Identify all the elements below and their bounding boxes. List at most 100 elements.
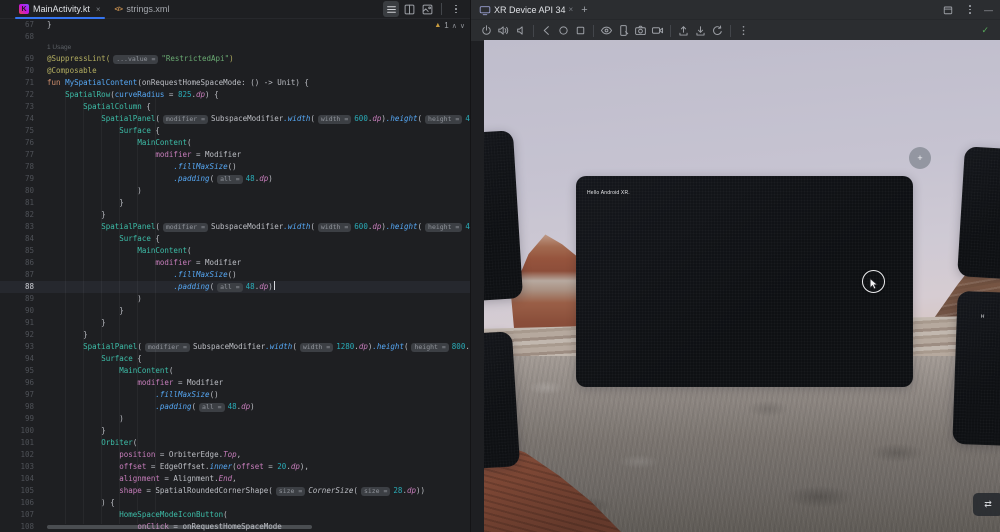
more-vertical-button[interactable]: [735, 22, 752, 39]
line-number: 72: [0, 89, 47, 101]
code-line[interactable]: 91 }: [0, 317, 470, 329]
code-line[interactable]: 101 Orbiter(: [0, 437, 470, 449]
line-number: 71: [0, 77, 47, 89]
code-line[interactable]: 107 HomeSpaceModeIconButton(: [0, 509, 470, 521]
download-button[interactable]: [692, 22, 709, 39]
upload-button[interactable]: [675, 22, 692, 39]
line-number: 70: [0, 65, 47, 77]
code-line[interactable]: 104 alignment = Alignment.End,: [0, 473, 470, 485]
horizontal-scrollbar[interactable]: [47, 525, 312, 529]
code-line[interactable]: 97 .fillMaxSize(): [0, 389, 470, 401]
panel-options-button[interactable]: [962, 2, 978, 18]
code-line[interactable]: 72 SpatialRow(curveRadius = 825.dp) {: [0, 89, 470, 101]
spatial-panel-right-bottom[interactable]: H: [952, 291, 1000, 446]
code-line[interactable]: 67}: [0, 19, 470, 31]
code-lines[interactable]: 67}681 Usage69@SuppressLint(...value ="R…: [0, 19, 470, 532]
code-line[interactable]: 83 SpatialPanel(modifier =SubspaceModifi…: [0, 221, 470, 233]
eye-button[interactable]: [598, 22, 615, 39]
inlay-hint: all =: [199, 403, 225, 412]
code-line[interactable]: 87 .fillMaxSize(): [0, 269, 470, 281]
tab-strings-xml[interactable]: </> strings.xml: [108, 0, 177, 18]
code-line[interactable]: 69@SuppressLint(...value ="RestrictedApi…: [0, 53, 470, 65]
more-options-button[interactable]: [448, 1, 464, 17]
add-device-button[interactable]: +: [581, 4, 587, 16]
spatial-panel-left-top[interactable]: [484, 130, 523, 301]
reset-view-button[interactable]: ⇄: [973, 493, 1000, 516]
code-line[interactable]: 75 Surface {: [0, 125, 470, 137]
device-settings-icon: [617, 24, 630, 37]
code-line[interactable]: 105 shape = SpatialRoundedCornerShape(si…: [0, 485, 470, 497]
panel-handle-button[interactable]: +: [909, 147, 931, 169]
code-line[interactable]: 102 position = OrbiterEdge.Top,: [0, 449, 470, 461]
back-button[interactable]: [538, 22, 555, 39]
line-number: 98: [0, 401, 47, 413]
code-line[interactable]: 70@Composable: [0, 65, 470, 77]
code-line[interactable]: 99 ): [0, 413, 470, 425]
power-button[interactable]: [478, 22, 495, 39]
panel-window-controls: —: [940, 2, 993, 18]
code-line[interactable]: 73 SpatialColumn {: [0, 101, 470, 113]
code-line[interactable]: 82 }: [0, 209, 470, 221]
code-line[interactable]: 90 }: [0, 305, 470, 317]
close-icon[interactable]: ×: [569, 5, 574, 14]
line-number: 86: [0, 257, 47, 269]
device-tab-label[interactable]: XR Device API 34: [494, 5, 566, 15]
usage-hint[interactable]: 1 Usage: [0, 43, 470, 53]
line-number: 97: [0, 389, 47, 401]
kebab-icon: [455, 5, 457, 14]
volume-down-button[interactable]: [512, 22, 529, 39]
record-button[interactable]: [649, 22, 666, 39]
code-line[interactable]: 77 modifier = Modifier: [0, 149, 470, 161]
text-caret: [274, 281, 275, 290]
code-line[interactable]: 76 MainContent(: [0, 137, 470, 149]
split-view-button[interactable]: [401, 1, 417, 17]
code-line[interactable]: 74 SpatialPanel(modifier =SubspaceModifi…: [0, 113, 470, 125]
inlay-hint: height =: [425, 115, 462, 124]
prev-issue-icon[interactable]: ∧: [452, 22, 457, 30]
device-settings-button[interactable]: [615, 22, 632, 39]
overview-icon: [574, 24, 587, 37]
reset-button[interactable]: [709, 22, 726, 39]
emulator-display[interactable]: Hello Android XR. H + ⇄: [484, 40, 1000, 532]
inspections-widget[interactable]: ▲ 1 ∧ ∨: [434, 21, 465, 30]
code-line[interactable]: 93 SpatialPanel(modifier =SubspaceModifi…: [0, 341, 470, 353]
restore-window-button[interactable]: [940, 2, 956, 18]
hide-panel-button[interactable]: —: [984, 5, 993, 15]
code-line[interactable]: 84 Surface {: [0, 233, 470, 245]
spatial-panel-right-top[interactable]: [957, 146, 1000, 280]
code-line[interactable]: 89 ): [0, 293, 470, 305]
device-tab-bar: XR Device API 34 × + —: [471, 0, 1000, 19]
code-line[interactable]: 78 .fillMaxSize(): [0, 161, 470, 173]
code-line[interactable]: 103 offset = EdgeOffset.inner(offset = 2…: [0, 461, 470, 473]
code-line[interactable]: 94 Surface {: [0, 353, 470, 365]
line-number: 102: [0, 449, 47, 461]
code-line[interactable]: 86 modifier = Modifier: [0, 257, 470, 269]
code-line[interactable]: 92 }: [0, 329, 470, 341]
volume-down-icon: [514, 24, 527, 37]
code-line[interactable]: 79 .padding(all =48.dp): [0, 173, 470, 185]
code-line[interactable]: 98 .padding(all =48.dp): [0, 401, 470, 413]
editor-view-controls: [383, 1, 470, 17]
home-button[interactable]: [555, 22, 572, 39]
code-view-button[interactable]: [383, 1, 399, 17]
design-view-button[interactable]: [419, 1, 435, 17]
code-line[interactable]: 100 }: [0, 425, 470, 437]
next-issue-icon[interactable]: ∨: [460, 22, 465, 30]
code-line[interactable]: 68: [0, 31, 470, 43]
close-icon[interactable]: ×: [96, 5, 101, 14]
eye-icon: [600, 24, 613, 37]
code-line[interactable]: 88 .padding(all =48.dp): [0, 281, 470, 293]
code-line[interactable]: 80 ): [0, 185, 470, 197]
code-line[interactable]: 71fun MySpatialContent(onRequestHomeSpac…: [0, 77, 470, 89]
overview-button[interactable]: [572, 22, 589, 39]
code-line[interactable]: 106 ) {: [0, 497, 470, 509]
volume-up-button[interactable]: [495, 22, 512, 39]
code-line[interactable]: 85 MainContent(: [0, 245, 470, 257]
tab-mainactivity[interactable]: K MainActivity.kt ×: [12, 0, 108, 18]
camera-button[interactable]: [632, 22, 649, 39]
divider: [670, 25, 671, 37]
code-line[interactable]: 96 modifier = Modifier: [0, 377, 470, 389]
panel-text: Hello Android XR.: [587, 190, 630, 196]
code-line[interactable]: 95 MainContent(: [0, 365, 470, 377]
code-line[interactable]: 81 }: [0, 197, 470, 209]
